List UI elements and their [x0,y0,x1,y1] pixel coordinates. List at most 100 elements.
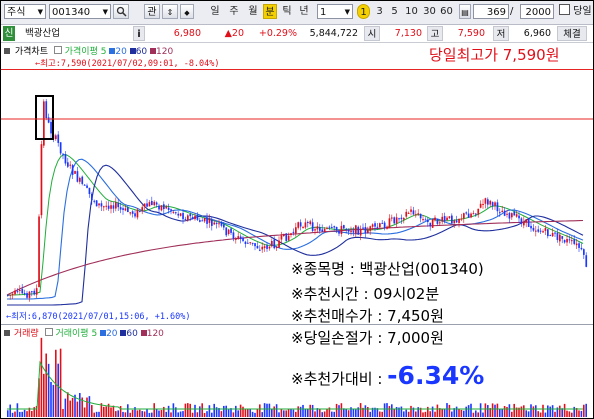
candle-body [31,291,33,293]
candle-body [16,291,19,293]
volume-bar [400,406,403,417]
quick-interval-30[interactable]: 30 [422,4,437,19]
total-input[interactable]: 2000 [520,4,554,19]
price-chart[interactable] [1,43,593,323]
candle-body [26,293,28,298]
open-price-value: 7,130 [394,28,422,39]
candle-body [335,226,338,231]
volume-bar [273,406,275,417]
interval-select[interactable]: 1 ▼ [317,4,353,19]
period-day[interactable]: 일 [208,4,222,19]
today-checkbox[interactable]: 당일 [559,4,593,19]
candle-body [196,215,199,220]
candle-body [7,294,9,296]
volume-bar [446,403,448,417]
candle-body [412,210,415,215]
quick-interval-10-label: 10 [405,6,418,17]
candle-body [28,291,31,298]
candle-body [367,230,369,234]
volume-ma-120: 120 [146,329,164,339]
candle-body [172,212,175,214]
volume-bar [64,398,67,417]
volume-bar [333,411,335,417]
volume-legend-title: 거래량 [13,329,39,339]
candle-body [299,222,302,227]
search-button[interactable] [113,4,129,19]
period-month-label: 월 [248,6,258,17]
volume-bar [499,409,501,417]
volume-bar [508,404,511,417]
volume-bar [69,400,71,417]
period-year[interactable]: 년 [297,4,311,19]
stock-code-input[interactable]: 001340 ▼ [49,4,111,19]
quick-interval-3[interactable]: 3 [373,4,386,19]
candle-body [415,214,417,216]
candle-body [549,235,552,237]
volume-bar [352,409,355,417]
volume-bar [165,411,167,417]
candle-body [263,246,266,248]
candle-body [283,233,285,237]
quick-interval-5[interactable]: 5 [388,4,401,19]
volume-bar [117,410,119,417]
candle-body [309,221,312,225]
updown-button[interactable]: ⇕ [162,4,178,19]
candle-body [554,232,556,234]
period-month[interactable]: 월 [246,4,260,19]
price-change: ▲20 [208,26,244,41]
quick-interval-60[interactable]: 60 [439,4,454,19]
stepper-button[interactable]: ◆ [180,4,194,19]
volume-bar [158,410,160,417]
volume-bar [568,411,571,417]
volume-bar [7,410,9,417]
count-input[interactable]: 369 [473,4,509,19]
period-week[interactable]: 주 [227,4,241,19]
volume-bar [86,397,88,417]
volume-bar [237,410,239,417]
candle-body [47,117,50,123]
volume-bar [163,406,165,417]
period-tick[interactable]: 틱 [280,4,294,19]
chart-options-button[interactable]: ▤ [459,4,471,19]
volume-bar [470,403,472,417]
candle-body [542,231,544,233]
volume-bar [331,411,333,417]
candle-body [129,212,132,214]
candle-body [69,164,72,166]
volume-bar [23,409,26,417]
volume-bar [227,409,230,417]
candle-body [239,236,242,240]
candle-body [405,211,408,217]
volume-bar [187,403,189,417]
volume-bar [249,408,251,417]
volume-bar [554,411,556,417]
candle-body [499,212,501,214]
period-minute[interactable]: 분 [263,4,277,19]
candle-body [273,239,276,249]
high-label: 고 [427,26,443,41]
gwan-button[interactable]: 관 [144,4,160,19]
volume-bar [532,406,535,417]
volume-bar [131,409,134,417]
candle-body [314,229,316,231]
quick-interval-10[interactable]: 10 [404,4,419,19]
candle-body [398,218,400,220]
chart-low-marker-label: 최저:6,870(2021/07/01,15:06, +1.60%) [11,312,191,322]
volume-bar [235,405,237,417]
candle-body [374,223,376,227]
current-price: 6,980 [151,26,201,41]
volume-bar [359,403,362,417]
volume-bar [247,409,249,417]
candle-body [465,212,468,214]
volume-bar [67,392,69,417]
candle-body [40,144,43,216]
chart-high-marker-label: 최고:7,590(2021/07/02,09:01, -8.04%) [40,59,220,69]
candle-body [235,238,237,240]
quick-interval-1[interactable]: 1 [357,4,370,19]
market-select[interactable]: 주식 ▼ [4,4,46,19]
candle-body [14,290,16,295]
low-label-text: 저 [496,29,506,40]
info-button[interactable]: i [133,26,145,41]
candle-body [67,162,69,167]
trade-label-text: 체결 [563,29,581,40]
